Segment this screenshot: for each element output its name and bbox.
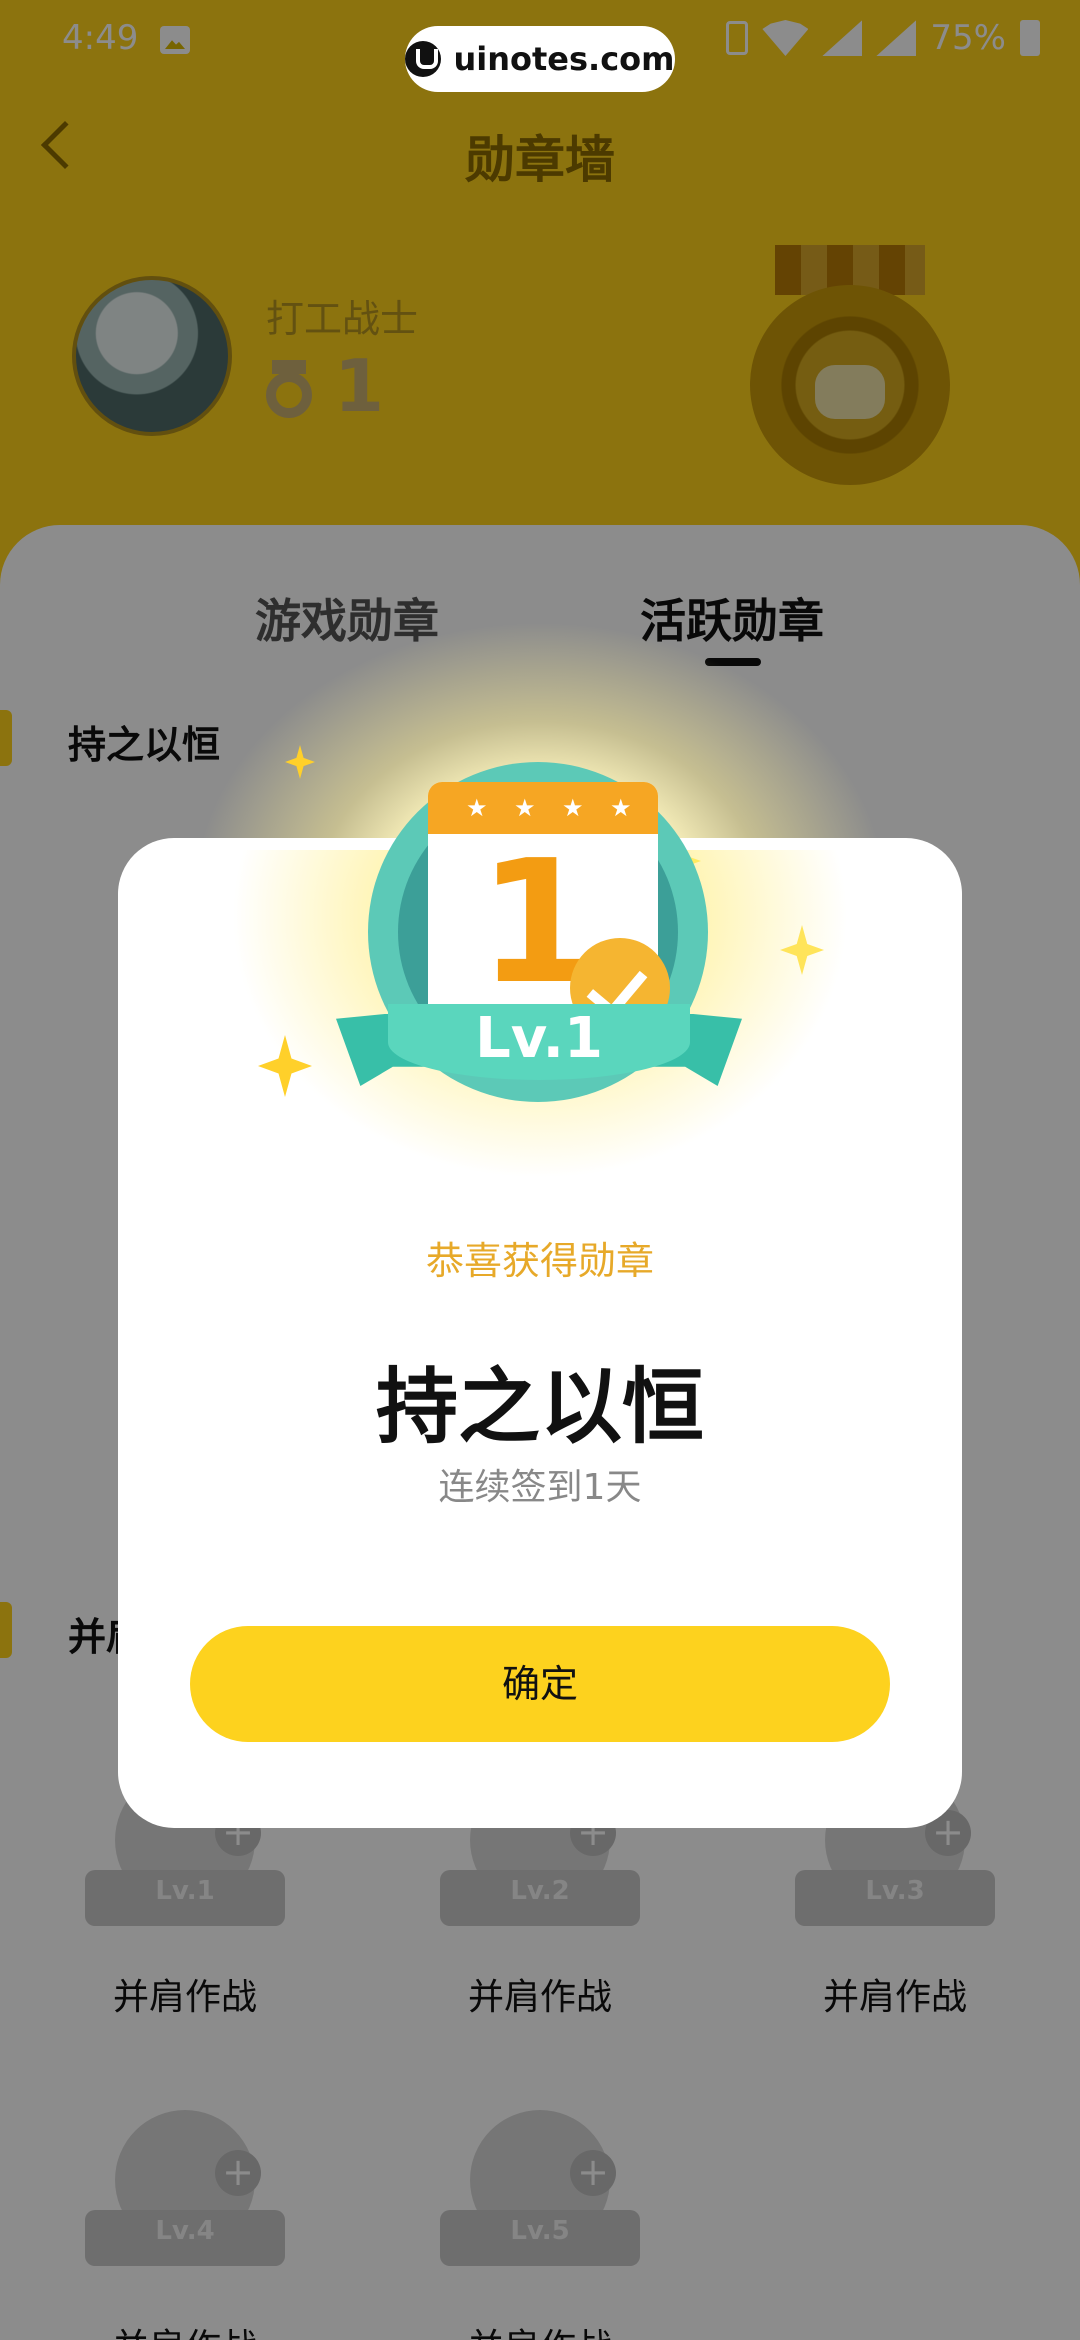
confirm-button[interactable]: 确定 [190,1626,890,1742]
badge-name: 持之以恒 [375,1360,704,1455]
watermark-text: uinotes.com [453,40,675,78]
watermark: uinotes.com [405,26,675,92]
award-level: Lv.1 [475,1006,603,1071]
watermark-logo-icon [405,41,442,77]
badge-description: 连续签到1天 [438,1467,642,1508]
award-badge-icon: ★ ★ ★ ★ 1 Lv.1 [336,762,742,1142]
congrats-text: 恭喜获得勋章 [425,1239,654,1283]
